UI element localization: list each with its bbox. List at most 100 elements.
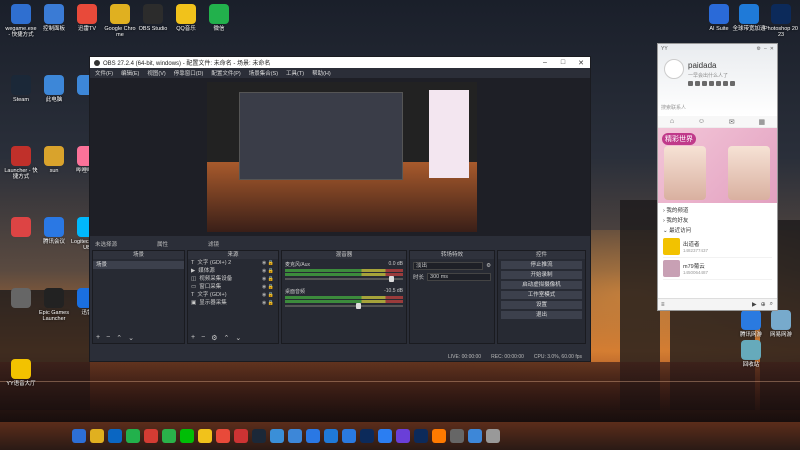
message-icon[interactable]: ✉	[729, 118, 735, 126]
remove-icon[interactable]: −	[201, 334, 205, 342]
desktop-icon[interactable]: Launcher - 快捷方式	[4, 146, 38, 180]
obs-titlebar[interactable]: OBS 27.2.4 (64-bit, windows) - 配置文件: 未命名…	[90, 57, 590, 68]
desktop-icon[interactable]	[4, 288, 38, 310]
transition-select[interactable]: 淡出	[413, 262, 484, 270]
taskbar-explorer-icon[interactable]	[468, 429, 482, 443]
yy-banner[interactable]: 精彩世界	[658, 128, 777, 203]
studio-mode-button[interactable]: 工作室模式	[501, 291, 582, 299]
settings-button[interactable]: 设置	[501, 301, 582, 309]
contacts-icon[interactable]: ☺	[698, 118, 705, 125]
group-friends[interactable]: › 我的好友	[663, 216, 772, 226]
properties-button[interactable]: 属性	[157, 240, 168, 248]
stop-streaming-button[interactable]: 停止推流	[501, 261, 582, 269]
contact-item[interactable]: 出道者 1482377437	[663, 236, 772, 258]
obs-preview-area[interactable]	[90, 78, 590, 236]
eye-icon[interactable]: ◉ 🔒	[262, 267, 274, 275]
menu-tools[interactable]: 工具(T)	[286, 69, 304, 77]
taskbar-meeting-icon[interactable]	[306, 429, 320, 443]
taskbar-ae-icon[interactable]	[396, 429, 410, 443]
desktop-icon[interactable]: 网易网游	[764, 310, 798, 338]
avatar[interactable]	[664, 59, 684, 79]
eye-icon[interactable]: ◉ 🔒	[262, 275, 274, 283]
down-icon[interactable]: ⌄	[128, 334, 134, 342]
desktop-icon[interactable]: Photoshop 2023	[764, 4, 798, 38]
menu-scene-collection[interactable]: 场景集合(S)	[249, 69, 278, 77]
up-icon[interactable]: ⌃	[223, 334, 229, 342]
add-icon[interactable]: +	[96, 334, 100, 342]
home-icon[interactable]: ⌂	[670, 118, 674, 125]
desktop-icon[interactable]: 控制面板	[37, 4, 71, 32]
slider-knob[interactable]	[388, 276, 394, 282]
taskbar-ps-icon[interactable]	[414, 429, 428, 443]
filters-button[interactable]: 滤镜	[208, 240, 219, 248]
taskbar-steam-icon[interactable]	[252, 429, 266, 443]
yy-titlebar[interactable]: YY ⚙ – ✕	[658, 44, 777, 53]
add-contact-icon[interactable]: ⊕	[761, 301, 766, 308]
taskbar-search-icon[interactable]	[72, 429, 86, 443]
taskbar-qqmusic-icon[interactable]	[162, 429, 176, 443]
add-icon[interactable]: +	[191, 334, 195, 342]
volume-slider[interactable]	[285, 303, 403, 309]
source-item[interactable]: ▣ 显示器采集 ◉ 🔒	[188, 299, 278, 307]
yy-search-input[interactable]: 搜索联系人	[661, 104, 686, 111]
up-icon[interactable]: ⌃	[116, 334, 122, 342]
search-icon[interactable]: ⌕	[770, 301, 773, 308]
duration-input[interactable]: 300 ms	[427, 273, 491, 281]
source-item[interactable]: T 文字 (GDI+) 2 ◉ 🔒	[188, 259, 278, 267]
obs-window[interactable]: OBS 27.2.4 (64-bit, windows) - 配置文件: 未命名…	[89, 56, 591, 362]
group-channels[interactable]: › 我的频道	[663, 206, 772, 216]
taskbar-recycle-icon[interactable]	[486, 429, 500, 443]
taskbar-app-icon[interactable]	[234, 429, 248, 443]
eye-icon[interactable]: ◉ 🔒	[262, 291, 274, 299]
slider-knob[interactable]	[355, 303, 361, 309]
desktop-icon[interactable]: 微信	[202, 4, 236, 32]
desktop-icon[interactable]: Steam	[4, 75, 38, 103]
video-icon[interactable]: ▶	[752, 301, 757, 308]
desktop-icon[interactable]: 回收站	[734, 340, 768, 368]
desktop-icon[interactable]: OBS Studio	[136, 4, 170, 32]
gear-icon[interactable]: ⚙	[757, 46, 761, 52]
menu-file[interactable]: 文件(F)	[95, 69, 113, 77]
desktop-icon[interactable]: AI Suite	[702, 4, 736, 32]
group-recent[interactable]: ⌄ 最近访问	[663, 226, 772, 236]
exit-button[interactable]: 退出	[501, 311, 582, 319]
menu-help[interactable]: 帮助(H)	[312, 69, 331, 77]
taskbar-wechat-icon[interactable]	[126, 429, 140, 443]
maximize-button[interactable]: □	[554, 59, 572, 67]
taskbar-app-icon[interactable]	[450, 429, 464, 443]
desktop-icon[interactable]: sun	[37, 146, 71, 174]
desktop-icon[interactable]: Epic Games Launcher	[37, 288, 71, 322]
gear-icon[interactable]: ⚙	[486, 263, 491, 269]
minimize-button[interactable]: –	[764, 46, 767, 52]
yy-signature[interactable]: 一早会出什么人了	[688, 72, 728, 79]
taskbar-vs-icon[interactable]	[342, 429, 356, 443]
taskbar-edge-icon[interactable]	[108, 429, 122, 443]
desktop-icon[interactable]: 迅雷TV	[70, 4, 104, 32]
menu-edit[interactable]: 编辑(E)	[121, 69, 139, 77]
taskbar-chrome-icon[interactable]	[90, 429, 104, 443]
desktop-icon[interactable]	[4, 217, 38, 239]
taskbar-netease-icon[interactable]	[144, 429, 158, 443]
desktop-icon[interactable]: 此电脑	[37, 75, 71, 103]
taskbar-yy-icon[interactable]	[198, 429, 212, 443]
virtual-camera-button[interactable]: 启动虚拟摄像机	[501, 281, 582, 289]
taskbar-ai-icon[interactable]	[432, 429, 446, 443]
desktop-icon[interactable]: 腾讯会议	[37, 217, 71, 245]
remove-icon[interactable]: −	[106, 334, 110, 342]
taskbar-thunder-icon[interactable]	[216, 429, 230, 443]
taskbar-todesk-icon[interactable]	[378, 429, 392, 443]
taskbar-qq-icon[interactable]	[270, 429, 284, 443]
taskbar-pr-icon[interactable]	[360, 429, 374, 443]
start-recording-button[interactable]: 开始录制	[501, 271, 582, 279]
source-item[interactable]: ▶ 媒体源 ◉ 🔒	[188, 267, 278, 275]
close-button[interactable]: ✕	[572, 59, 590, 67]
desktop-icon[interactable]: Google Chrome	[103, 4, 137, 38]
eye-icon[interactable]: ◉ 🔒	[262, 283, 274, 291]
desktop-icon[interactable]: YY语音大厅	[4, 359, 38, 387]
eye-icon[interactable]: ◉ 🔒	[262, 299, 274, 307]
apps-icon[interactable]: ▦	[758, 118, 765, 126]
down-icon[interactable]: ⌄	[235, 334, 241, 342]
desktop-icon[interactable]: QQ音乐	[169, 4, 203, 32]
menu-view[interactable]: 视图(V)	[147, 69, 165, 77]
desktop-icon[interactable]: wegame.exe - 快捷方式	[4, 4, 38, 38]
